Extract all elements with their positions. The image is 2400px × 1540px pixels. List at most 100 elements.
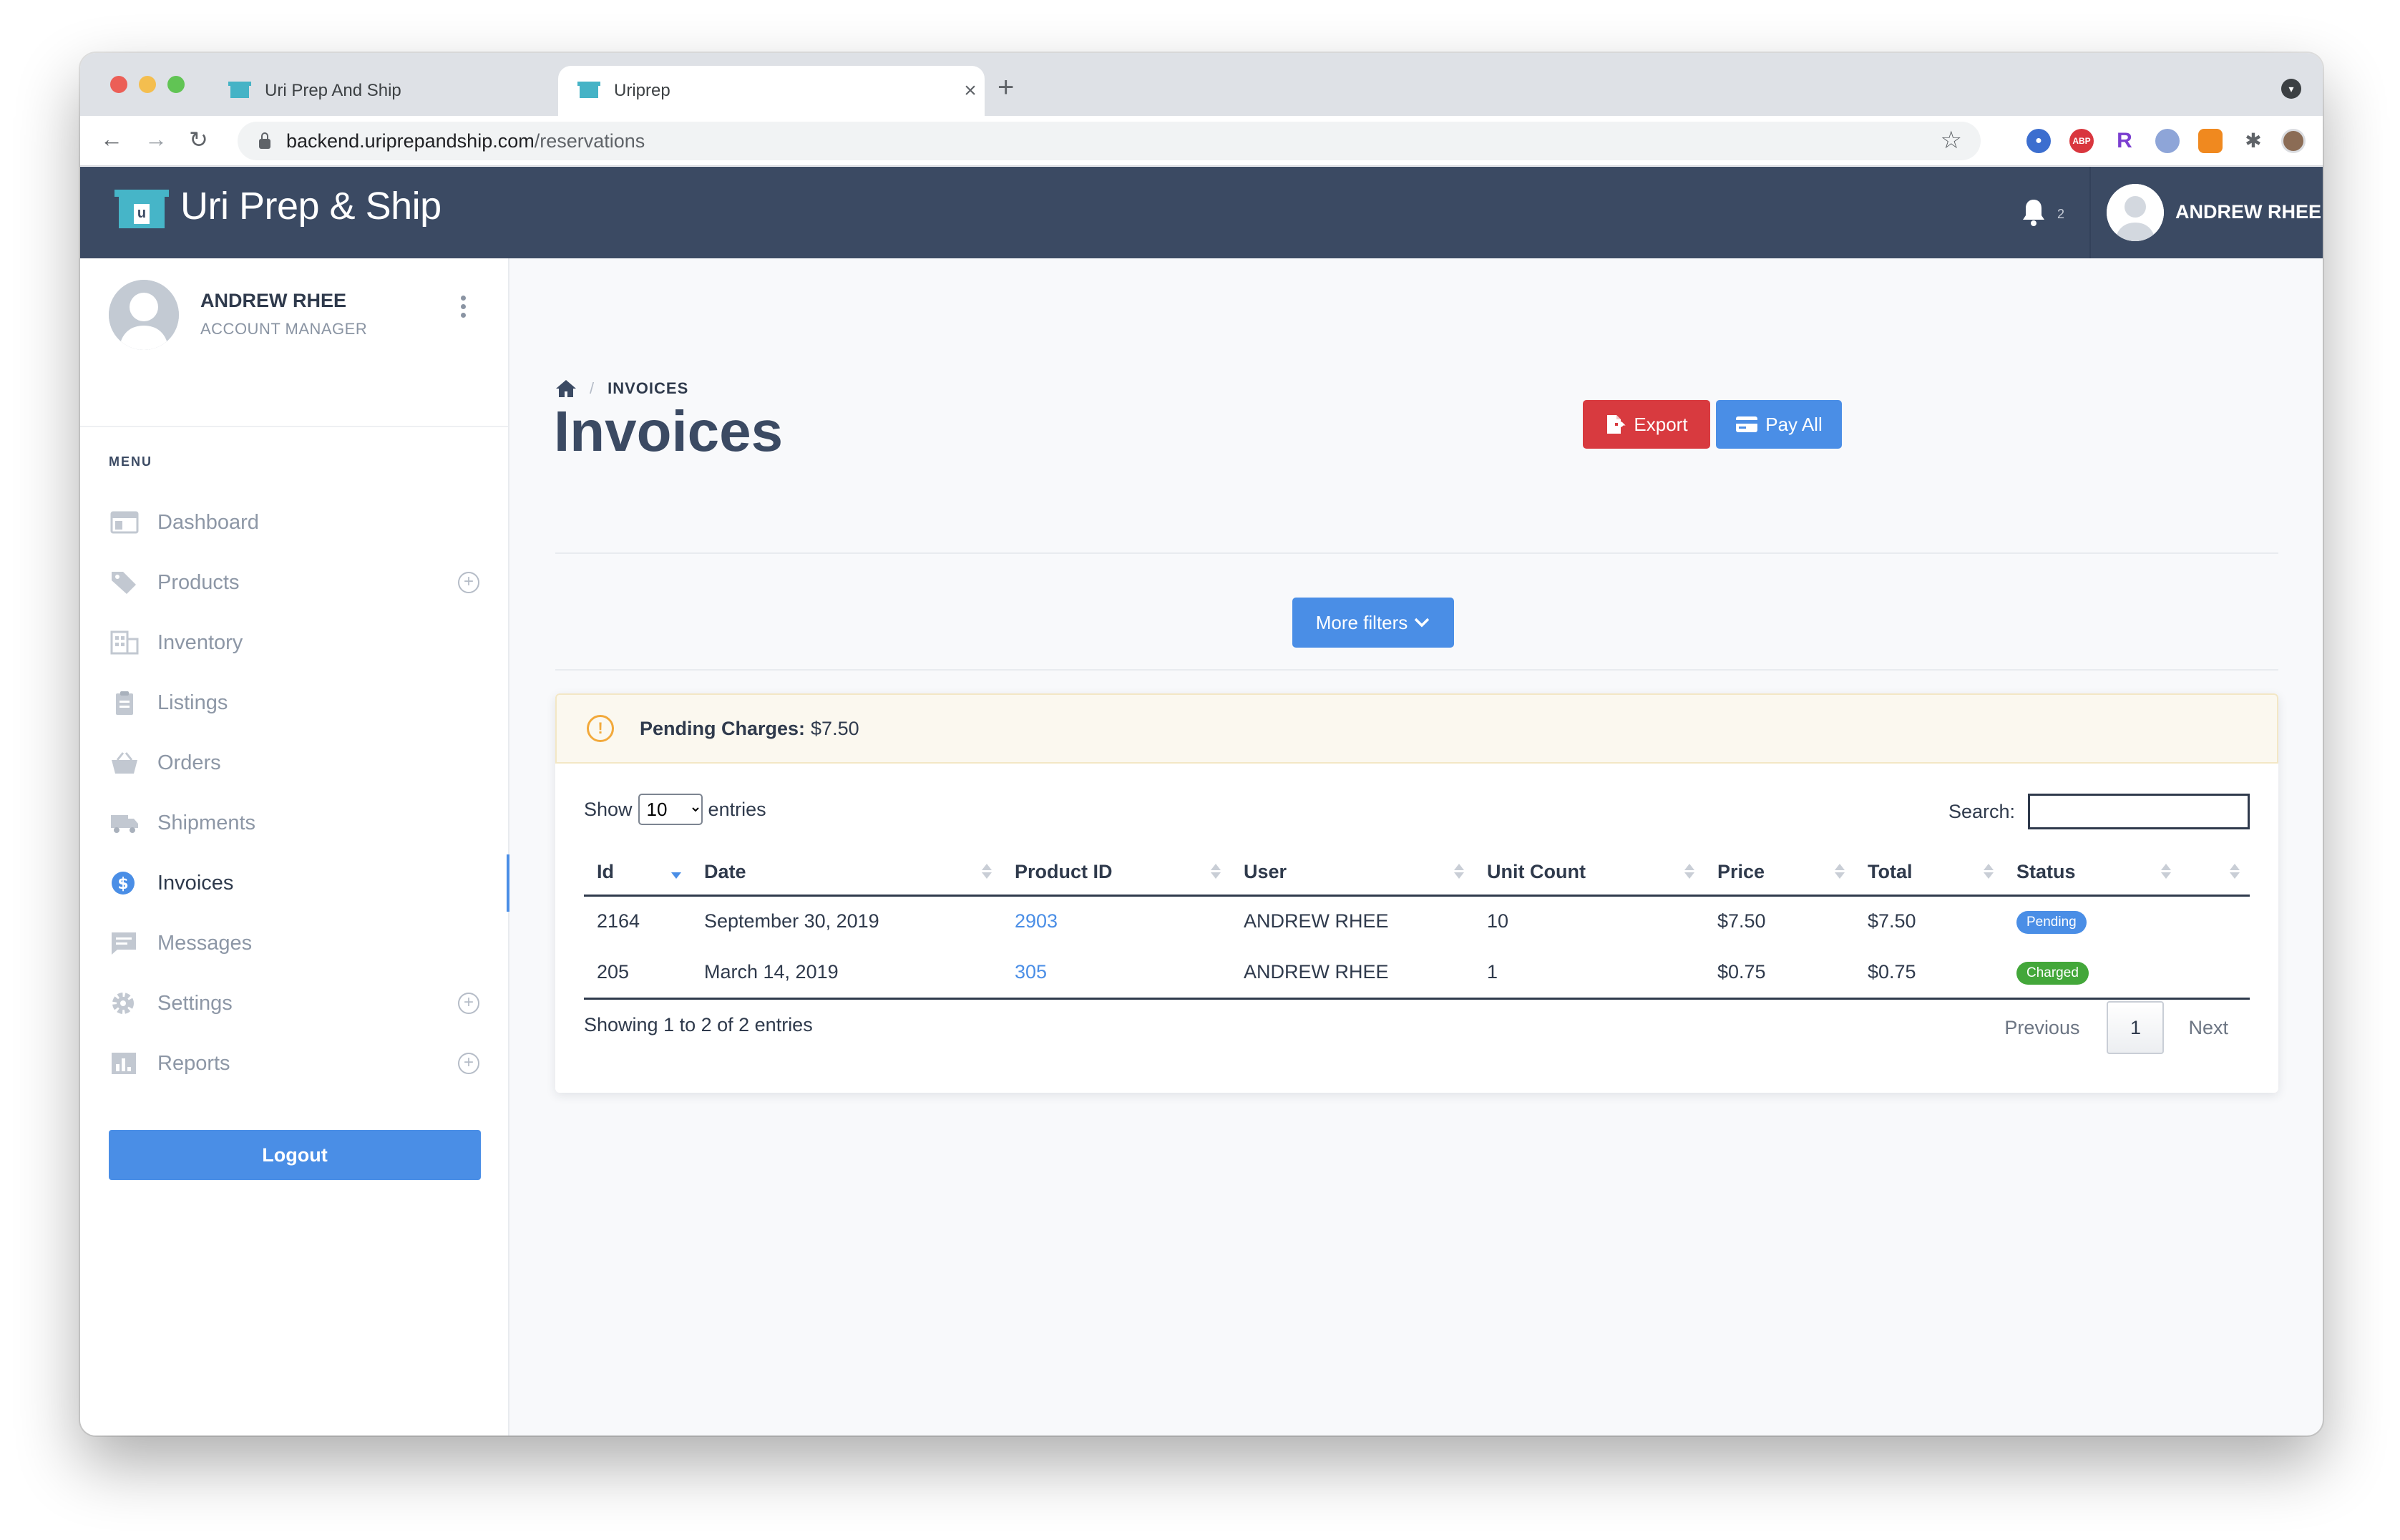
bell-icon[interactable] bbox=[2019, 197, 2048, 228]
maximize-window-button[interactable] bbox=[167, 76, 185, 93]
pay-all-button[interactable]: Pay All bbox=[1716, 400, 1842, 449]
sidebar-item-listings[interactable]: Listings bbox=[80, 678, 508, 728]
more-filters-button[interactable]: More filters bbox=[1292, 598, 1454, 648]
pending-charges-alert: ! Pending Charges: $7.50 bbox=[555, 693, 2278, 764]
dashboard-icon bbox=[110, 511, 139, 534]
sort-icon bbox=[1984, 864, 1992, 879]
home-icon[interactable] bbox=[555, 379, 577, 399]
sidebar-item-messages[interactable]: Messages bbox=[80, 918, 508, 968]
page-size-select[interactable]: 10 bbox=[638, 794, 703, 825]
cell-status: Pending bbox=[2004, 895, 2181, 947]
header-avatar[interactable] bbox=[2107, 184, 2164, 241]
sidebar-item-reports[interactable]: Reports + bbox=[80, 1038, 508, 1088]
new-tab-icon[interactable]: + bbox=[997, 72, 1014, 104]
truck-icon bbox=[111, 815, 138, 833]
column-header-price[interactable]: Price bbox=[1704, 849, 1855, 897]
browser-tab-2[interactable]: Uriprep × bbox=[558, 66, 985, 116]
sidebar-item-dashboard[interactable]: Dashboard bbox=[80, 497, 508, 547]
column-header-actions[interactable] bbox=[2181, 849, 2250, 897]
previous-page-button[interactable]: Previous bbox=[2004, 1017, 2079, 1039]
column-header-user[interactable]: User bbox=[1231, 849, 1474, 897]
expand-plus-icon[interactable]: + bbox=[458, 993, 479, 1014]
message-icon bbox=[112, 932, 136, 955]
expand-plus-icon[interactable]: + bbox=[458, 572, 479, 593]
sidebar-item-label: Products bbox=[157, 570, 240, 594]
product-link[interactable]: 305 bbox=[1015, 961, 1047, 983]
sidebar-item-invoices[interactable]: $ Invoices bbox=[80, 854, 509, 912]
column-header-total[interactable]: Total bbox=[1855, 849, 2004, 897]
chart-icon bbox=[112, 1053, 136, 1074]
page-size-control: Show 10 entries bbox=[584, 794, 766, 825]
app-header: Uri Prep & Ship 2 ANDREW RHEE bbox=[80, 167, 2323, 258]
column-header-id[interactable]: Id bbox=[584, 849, 691, 897]
search-label: Search: bbox=[1948, 800, 2015, 822]
extension-circle-icon[interactable] bbox=[2155, 129, 2180, 153]
table-row: 205 March 14, 2019 305 ANDREW RHEE 1 $0.… bbox=[584, 947, 2250, 1000]
cell-price: $0.75 bbox=[1704, 947, 1855, 1000]
invoices-table: Id Date Product ID User Unit Count Price… bbox=[584, 849, 2250, 1000]
divider bbox=[555, 669, 2278, 671]
close-window-button[interactable] bbox=[110, 76, 127, 93]
cell-product-id: 305 bbox=[1002, 947, 1231, 1000]
metamask-icon[interactable] bbox=[2198, 129, 2223, 153]
svg-text:$: $ bbox=[117, 875, 128, 893]
logo-icon[interactable] bbox=[114, 188, 169, 230]
sort-icon bbox=[1454, 864, 1463, 879]
status-badge: Pending bbox=[2016, 911, 2087, 935]
profile-name: ANDREW RHEE bbox=[200, 290, 347, 311]
sidebar-item-inventory[interactable]: Inventory bbox=[80, 618, 508, 668]
notification-count: 2 bbox=[2057, 207, 2065, 221]
sidebar-item-shipments[interactable]: Shipments bbox=[80, 798, 508, 848]
reload-icon[interactable]: ↻ bbox=[189, 126, 208, 153]
next-page-button[interactable]: Next bbox=[2188, 1017, 2228, 1039]
table-header-row: Id Date Product ID User Unit Count Price… bbox=[584, 849, 2250, 897]
header-user-name[interactable]: ANDREW RHEE bbox=[2175, 201, 2321, 223]
column-header-unit-count[interactable]: Unit Count bbox=[1474, 849, 1704, 897]
search-input[interactable] bbox=[2028, 794, 2250, 829]
file-export-icon bbox=[1607, 415, 1626, 434]
product-link[interactable]: 2903 bbox=[1015, 910, 1058, 932]
export-button[interactable]: Export bbox=[1583, 400, 1710, 449]
brand-name[interactable]: Uri Prep & Ship bbox=[180, 184, 442, 228]
kebab-menu-icon[interactable] bbox=[458, 296, 468, 321]
pending-charges-label: Pending Charges: bbox=[640, 717, 806, 739]
cell-date: March 14, 2019 bbox=[691, 947, 1002, 1000]
address-bar[interactable]: backend.uriprepandship.com/reservations … bbox=[238, 122, 1981, 160]
profile-role: ACCOUNT MANAGER bbox=[200, 320, 368, 338]
sidebar-item-label: Reports bbox=[157, 1051, 230, 1075]
sidebar-item-label: Orders bbox=[157, 751, 221, 774]
sort-desc-icon bbox=[671, 864, 680, 879]
column-header-product-id[interactable]: Product ID bbox=[1002, 849, 1231, 897]
cell-date: September 30, 2019 bbox=[704, 910, 879, 932]
sidebar-item-products[interactable]: Products + bbox=[80, 557, 508, 608]
extension-person-icon[interactable]: ● bbox=[2026, 129, 2051, 153]
page-1-button[interactable]: 1 bbox=[2107, 1001, 2165, 1054]
avatar bbox=[109, 280, 179, 350]
logout-button[interactable]: Logout bbox=[109, 1130, 481, 1180]
show-label: Show bbox=[584, 798, 633, 820]
close-tab-icon[interactable]: × bbox=[956, 79, 985, 103]
puzzle-icon[interactable]: ✱ bbox=[2241, 129, 2265, 153]
forward-arrow-icon[interactable]: → bbox=[145, 126, 167, 152]
lock-icon bbox=[259, 132, 270, 149]
profile-avatar-icon[interactable] bbox=[2281, 129, 2306, 153]
sidebar-item-orders[interactable]: Orders bbox=[80, 738, 508, 788]
breadcrumb: / INVOICES bbox=[555, 379, 688, 399]
back-arrow-icon[interactable]: ← bbox=[100, 126, 123, 152]
sidebar-item-label: Listings bbox=[157, 691, 228, 714]
bookmark-star-icon[interactable]: ☆ bbox=[1941, 126, 1962, 155]
column-header-date[interactable]: Date bbox=[691, 849, 1002, 897]
adblock-icon[interactable]: ABP bbox=[2069, 129, 2094, 153]
sort-icon bbox=[1835, 864, 1843, 879]
cell-actions bbox=[2181, 947, 2250, 1000]
expand-plus-icon[interactable]: + bbox=[458, 1053, 479, 1074]
extension-r-icon[interactable]: R bbox=[2112, 129, 2137, 153]
pending-charges-value: $7.50 bbox=[811, 717, 859, 739]
sidebar-item-settings[interactable]: Settings + bbox=[80, 978, 508, 1028]
minimize-window-button[interactable] bbox=[139, 76, 156, 93]
sort-icon bbox=[982, 864, 990, 879]
browser-menu-icon[interactable]: ⋮ bbox=[2314, 129, 2323, 153]
column-header-status[interactable]: Status bbox=[2004, 849, 2181, 897]
tab-search-icon[interactable]: ▾ bbox=[2281, 79, 2301, 99]
credit-card-icon bbox=[1736, 416, 1758, 432]
